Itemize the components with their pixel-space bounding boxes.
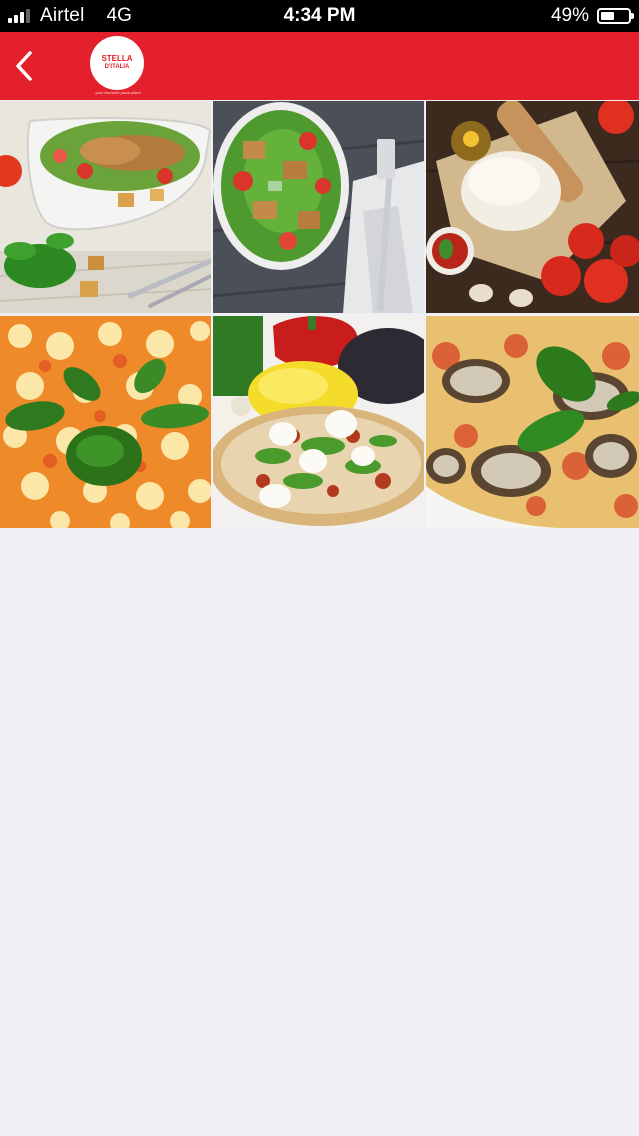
battery-fill: [601, 12, 614, 20]
back-button[interactable]: [8, 48, 40, 84]
battery-icon: [597, 8, 634, 24]
chicken-salad-fork-image: [213, 101, 424, 313]
nav-bar: STELLA D'ITALIA your favourite pizza pla…: [0, 32, 639, 100]
gallery-tile-vegetable-pizza[interactable]: [213, 316, 424, 528]
gallery-tile-eggplant-pizza[interactable]: [426, 316, 639, 528]
brand-logo: STELLA D'ITALIA: [90, 36, 144, 90]
gallery-tile-chicken-salad-fork[interactable]: [213, 101, 424, 313]
gallery-tile-margherita-pizza[interactable]: [0, 316, 211, 528]
photo-grid: [0, 101, 639, 528]
gallery-tile-pizza-dough[interactable]: [426, 101, 639, 313]
status-time: 4:34 PM: [283, 5, 356, 26]
logo-line-2: D'ITALIA: [104, 64, 130, 70]
battery-percent: 49%: [550, 5, 589, 26]
status-right: 49%: [550, 0, 634, 32]
vegetable-pizza-image: [213, 316, 424, 528]
margherita-pizza-image: [0, 316, 211, 528]
eggplant-pizza-image: [426, 316, 639, 528]
status-bar: Airtel 4G 4:34 PM 49%: [0, 0, 639, 32]
logo-tagline: your favourite pizza place: [95, 90, 141, 95]
chevron-left-icon: [16, 51, 32, 81]
pizza-dough-image: [426, 101, 639, 313]
logo-line-1: STELLA: [101, 54, 133, 63]
gallery-tile-chicken-salad-bowl[interactable]: [0, 101, 211, 313]
chicken-salad-bowl-image: [0, 101, 211, 313]
